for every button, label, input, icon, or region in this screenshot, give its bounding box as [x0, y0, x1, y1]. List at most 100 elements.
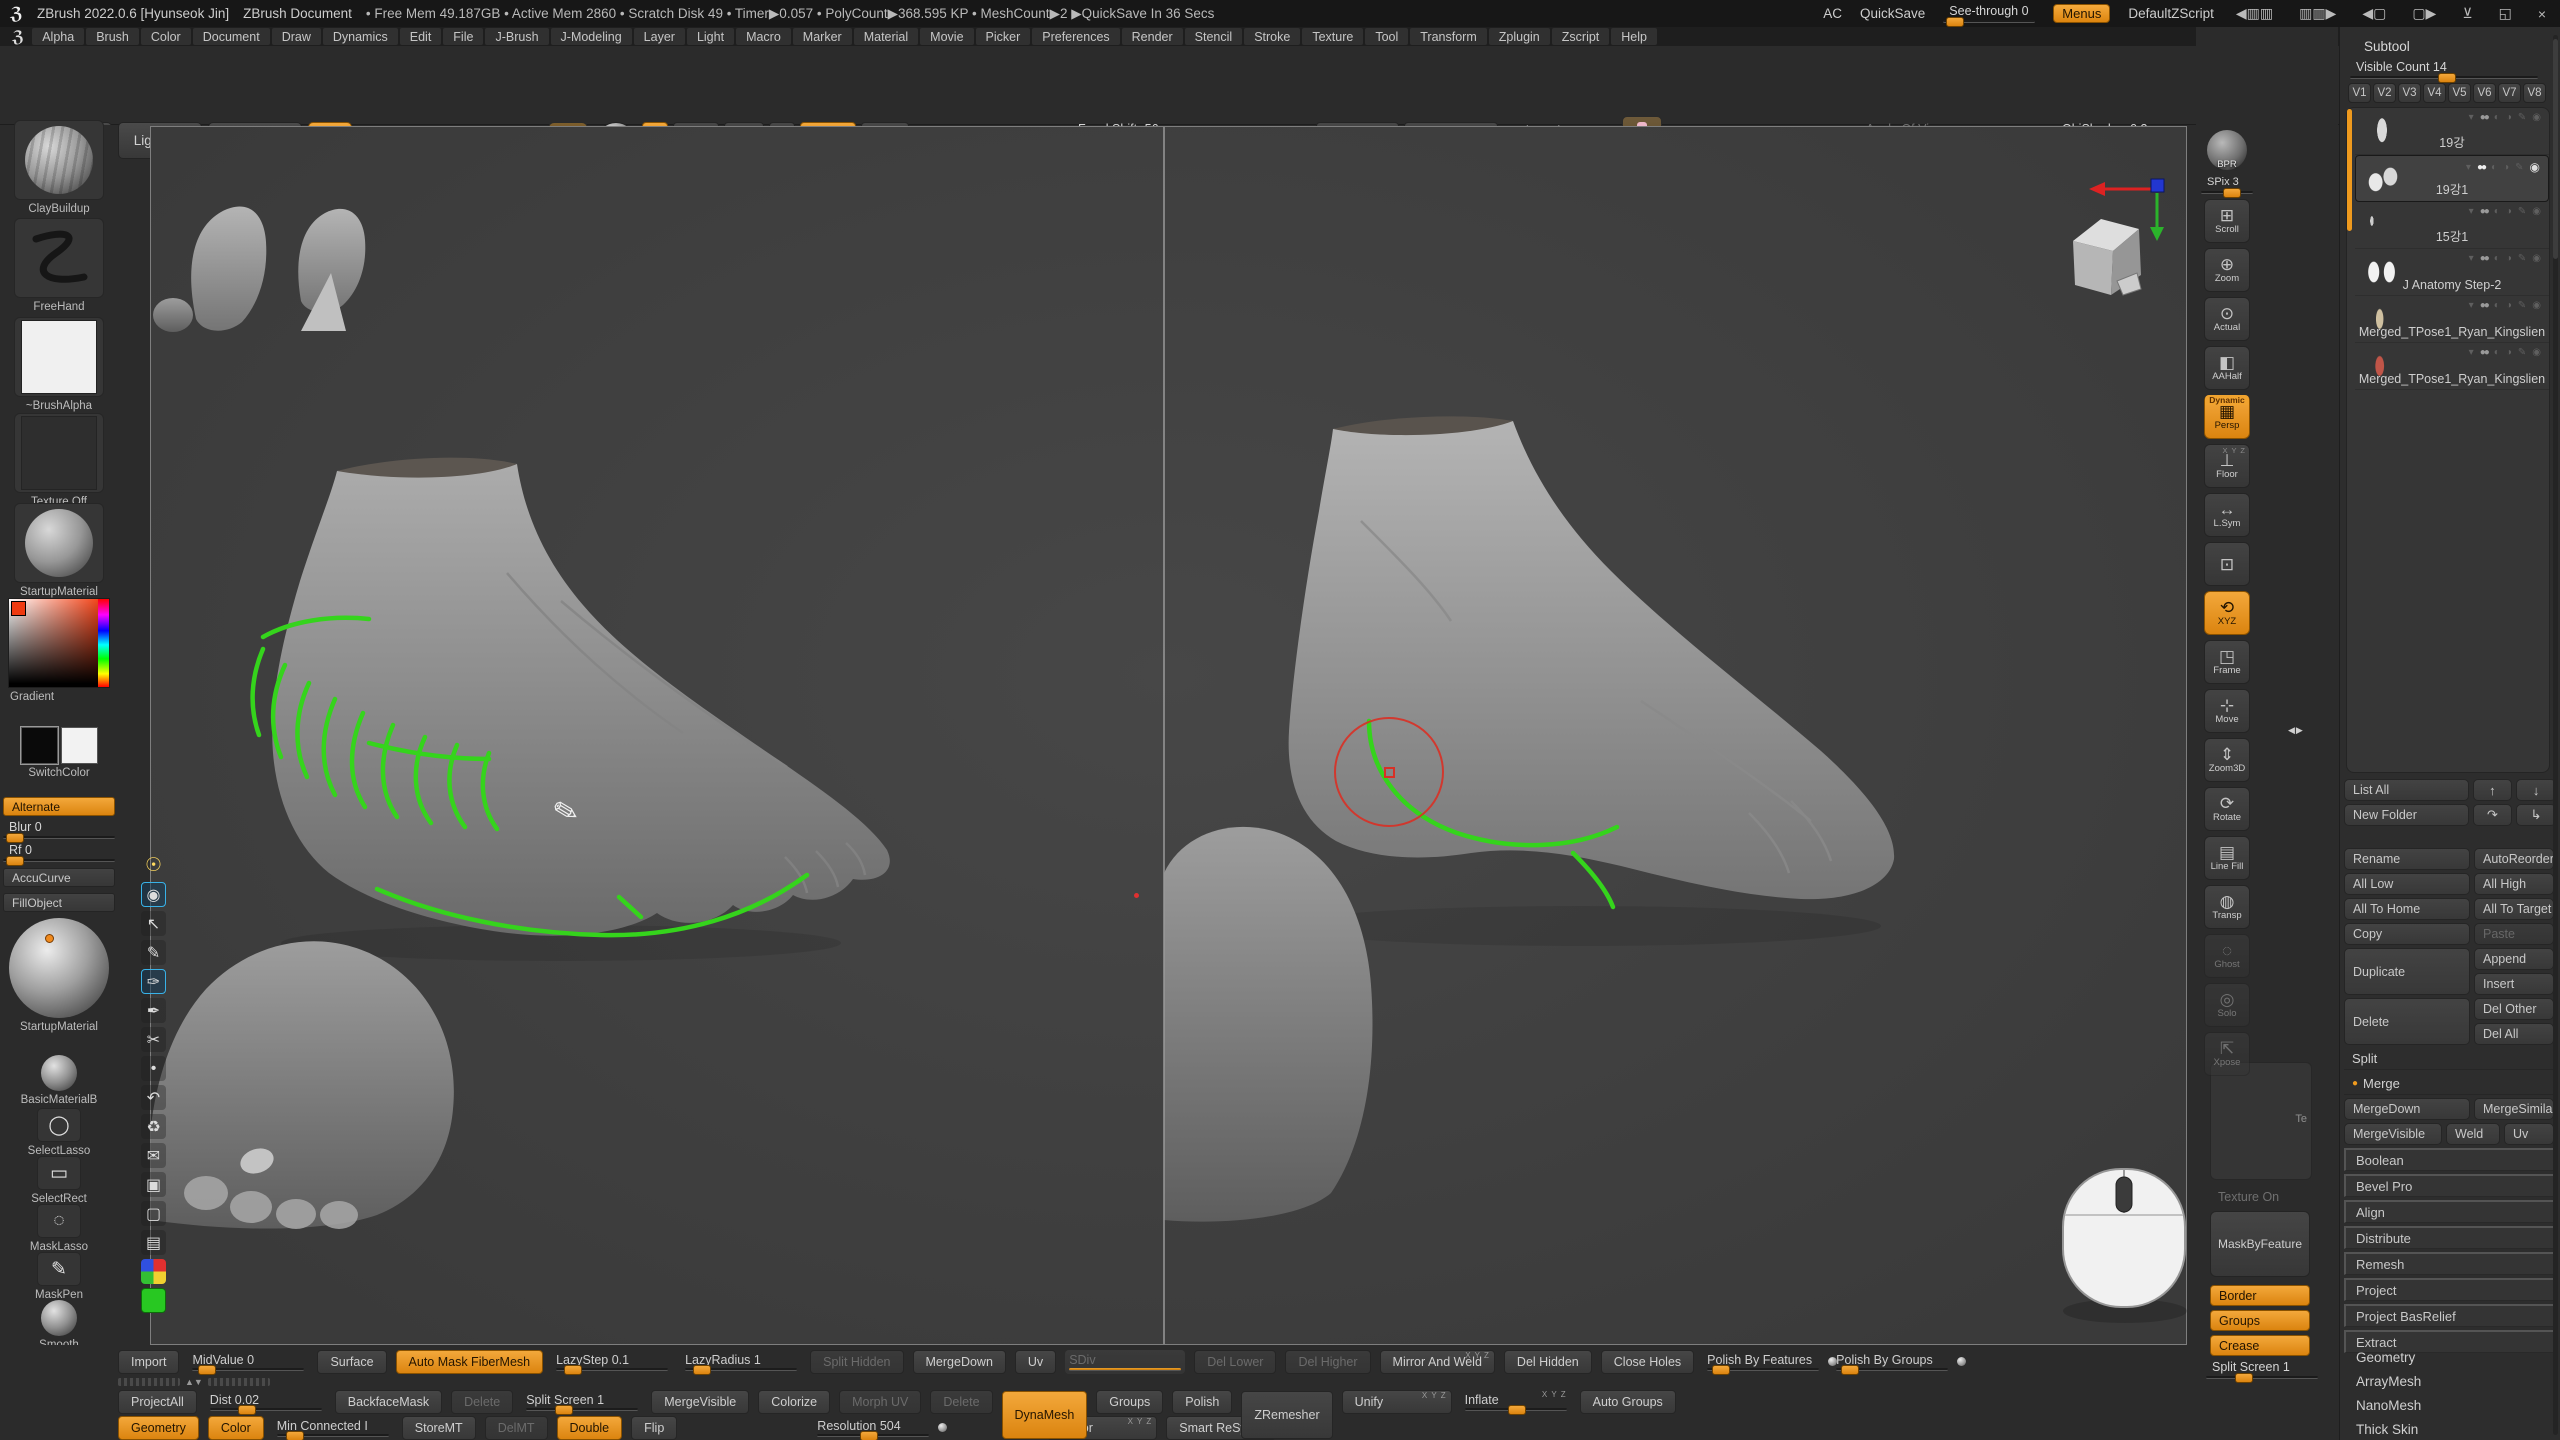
bottom-bar-item[interactable]: Colorize: [758, 1390, 830, 1414]
visibility-tab[interactable]: V2: [2373, 83, 2396, 103]
subtool-header[interactable]: Subtool: [2364, 39, 2410, 54]
menu-item[interactable]: Render: [1122, 28, 1183, 45]
menu-item[interactable]: File: [443, 28, 483, 45]
right-shelf-button[interactable]: ⊹ Move: [2204, 689, 2250, 733]
tool-strip-icon[interactable]: ♻: [141, 1114, 166, 1139]
bottom-bar-item[interactable]: Uv: [1015, 1350, 1056, 1374]
list-all-button[interactable]: List All: [2344, 779, 2469, 801]
right-shelf-button[interactable]: ⇱ Xpose: [2204, 1032, 2250, 1076]
right-shelf-button[interactable]: ⊕ Zoom: [2204, 248, 2250, 292]
main-color-swatch[interactable]: [21, 727, 58, 764]
bottom-bar-item[interactable]: Polish By Features: [1703, 1350, 1823, 1374]
material-selector[interactable]: StartupMaterial: [0, 503, 118, 598]
minimize-icon[interactable]: ⊻: [2458, 5, 2476, 22]
viewport-split-line[interactable]: [1163, 127, 1165, 1344]
bottom-bar-item[interactable]: MidValue 0: [188, 1350, 308, 1374]
menu-item[interactable]: Movie: [920, 28, 973, 45]
bottom-bar-item[interactable]: DelMT: [485, 1416, 548, 1440]
material-b-selector[interactable]: BasicMaterialB: [0, 1055, 118, 1106]
bottom-bar-item[interactable]: Polish: [1172, 1390, 1232, 1414]
tool-section-header[interactable]: ArrayMesh: [2356, 1369, 2421, 1393]
move-out-button[interactable]: ↷: [2473, 804, 2513, 826]
tool-strip-icon[interactable]: [141, 1288, 166, 1313]
subtool-flat-button[interactable]: Project BasRelief: [2344, 1304, 2556, 1327]
split-screen-slider[interactable]: Split Screen 1: [2206, 1360, 2318, 1379]
move-down-button[interactable]: ↓: [2516, 779, 2556, 801]
shelf-left-icon[interactable]: ◀▥▥: [2232, 5, 2277, 22]
switch-color[interactable]: SwitchColor: [0, 727, 118, 779]
tool-strip-icon[interactable]: ↶: [141, 1085, 166, 1110]
right-shelf-button[interactable]: ⟳ Rotate: [2204, 787, 2250, 831]
bottom-bar-item[interactable]: Close Holes: [1601, 1350, 1694, 1374]
menu-item[interactable]: Stroke: [1244, 28, 1300, 45]
right-shelf-button[interactable]: ↔ L.Sym: [2204, 493, 2250, 537]
current-material-ball[interactable]: StartupMaterial: [0, 918, 118, 1033]
right-shelf-button[interactable]: X Y Z ⊥ Floor: [2204, 444, 2250, 488]
bottom-bar-item[interactable]: BackfaceMask: [335, 1390, 442, 1414]
accucurve-button[interactable]: AccuCurve: [3, 868, 115, 887]
subtool-action-button[interactable]: AutoReorder: [2474, 848, 2554, 870]
tool-strip-icon[interactable]: ↖: [141, 911, 166, 936]
move-in-button[interactable]: ↳: [2516, 804, 2556, 826]
subtool-action-button[interactable]: All Low: [2344, 873, 2470, 895]
color-picker[interactable]: Gradient: [0, 598, 118, 703]
subtool-flat-button[interactable]: Bevel Pro: [2344, 1174, 2556, 1197]
tool-strip-icon[interactable]: ✂: [141, 1027, 166, 1052]
tool-strip-icon[interactable]: ▢: [141, 1201, 166, 1226]
default-zscript-button[interactable]: DefaultZScript: [2128, 6, 2214, 21]
move-up-button[interactable]: ↑: [2473, 779, 2513, 801]
right-shelf-button[interactable]: ◎ Solo: [2204, 983, 2250, 1027]
tool-strip-icon[interactable]: ✉: [141, 1143, 166, 1168]
menu-item[interactable]: Help: [1611, 28, 1657, 45]
texture-selector[interactable]: Texture Off: [0, 413, 118, 508]
subtool-flat-button[interactable]: Distribute: [2344, 1226, 2556, 1249]
secondary-color-swatch[interactable]: [61, 727, 98, 764]
subtool-action-button[interactable]: Copy: [2344, 923, 2470, 945]
bottom-bar-item[interactable]: Auto Groups: [1580, 1390, 1676, 1414]
tool-strip-icon[interactable]: ✒: [141, 998, 166, 1023]
visibility-tab[interactable]: V5: [2448, 83, 2471, 103]
bottom-bar-item[interactable]: Morph UV: [839, 1390, 921, 1414]
panel-right-icon[interactable]: ▢▶: [2408, 5, 2440, 22]
subtool-scroll-indicator[interactable]: [2347, 109, 2352, 231]
right-shelf-button[interactable]: ⊙ Actual: [2204, 297, 2250, 341]
duplicate-button[interactable]: Duplicate: [2344, 948, 2470, 995]
right-shelf-button[interactable]: ◌ Ghost: [2204, 934, 2250, 978]
bottom-bar-item[interactable]: X Y Z Mirror And Weld: [1380, 1350, 1495, 1374]
sdiv-scrubber[interactable]: ▲▼: [118, 1377, 270, 1387]
bottom-bar-item[interactable]: Del Higher: [1285, 1350, 1370, 1374]
merge-visible-button[interactable]: MergeVisible: [2344, 1123, 2442, 1145]
visibility-tab[interactable]: V4: [2423, 83, 2446, 103]
bottom-bar-item[interactable]: LazyRadius 1: [681, 1350, 801, 1374]
menu-item[interactable]: Light: [687, 28, 734, 45]
spix-slider[interactable]: SPix 3: [2201, 175, 2253, 194]
panel-scrollbar[interactable]: [2553, 35, 2558, 1435]
mask-by-feature-button[interactable]: MaskByFeature: [2210, 1211, 2310, 1277]
bottom-bar-item[interactable]: Auto Mask FiberMesh: [396, 1350, 544, 1374]
delete-button[interactable]: Delete: [2344, 998, 2470, 1045]
bottom-bar-item[interactable]: DynaMesh: [1002, 1391, 1088, 1439]
right-shelf-button[interactable]: ⊞ Scroll: [2204, 199, 2250, 243]
bottom-bar-item[interactable]: Resolution 504: [813, 1416, 933, 1440]
right-shelf-button[interactable]: ◧ AAHalf: [2204, 346, 2250, 390]
visibility-tab[interactable]: V3: [2398, 83, 2421, 103]
alpha-selector[interactable]: ~BrushAlpha: [0, 317, 118, 412]
bottom-bar-item[interactable]: Delete: [451, 1390, 513, 1414]
menu-item[interactable]: Layer: [634, 28, 685, 45]
bottom-bar-item[interactable]: Min Connected I: [273, 1416, 393, 1440]
bottom-bar-item[interactable]: LazyStep 0.1: [552, 1350, 672, 1374]
right-shelf-button[interactable]: ▤ Line Fill: [2204, 836, 2250, 880]
panel-collapse-handle[interactable]: ◀▶: [2288, 725, 2304, 736]
menu-item[interactable]: Texture: [1302, 28, 1363, 45]
bottom-bar-item[interactable]: ZRemesher: [1241, 1391, 1332, 1439]
shelf-right-icon[interactable]: ▥▥▶: [2295, 5, 2340, 22]
texture-preview-box[interactable]: Te: [2210, 1062, 2312, 1180]
menu-item[interactable]: Tool: [1365, 28, 1408, 45]
tool-strip-icon[interactable]: ◉: [141, 882, 166, 907]
subtool-action-button[interactable]: All To Target: [2474, 898, 2554, 920]
tool-strip-icon[interactable]: ▣: [141, 1172, 166, 1197]
alternate-button[interactable]: Alternate: [3, 797, 115, 816]
menu-item[interactable]: Brush: [86, 28, 139, 45]
bottom-bar-item[interactable]: Dist 0.02: [206, 1390, 326, 1414]
merge-similar-button[interactable]: MergeSimilar: [2474, 1098, 2554, 1120]
